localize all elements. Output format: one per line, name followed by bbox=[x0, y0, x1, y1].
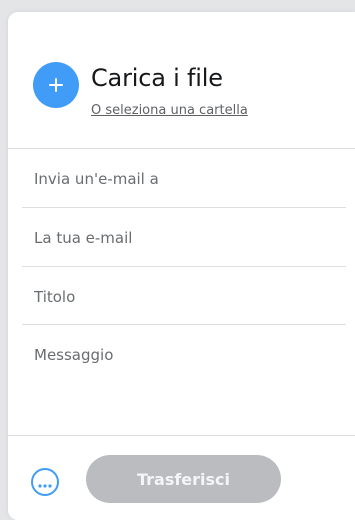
field-divider bbox=[22, 324, 346, 325]
field-divider bbox=[22, 266, 346, 267]
title-field[interactable] bbox=[22, 286, 346, 308]
footer-divider bbox=[8, 435, 355, 436]
transfer-button[interactable]: Trasferisci bbox=[86, 455, 281, 503]
transfer-panel: Carica i file O seleziona una cartella T… bbox=[8, 12, 355, 520]
upload-area[interactable]: Carica i file O seleziona una cartella bbox=[8, 12, 355, 148]
more-options-button[interactable] bbox=[31, 468, 59, 496]
more-options-icon bbox=[38, 473, 52, 492]
plus-icon bbox=[48, 77, 64, 93]
sender-email-field[interactable] bbox=[22, 227, 346, 249]
add-files-button[interactable] bbox=[33, 62, 79, 108]
field-divider bbox=[22, 207, 346, 208]
upload-title: Carica i file bbox=[91, 64, 223, 92]
message-field[interactable] bbox=[22, 346, 346, 426]
upload-divider bbox=[8, 148, 355, 149]
recipient-email-field[interactable] bbox=[22, 168, 346, 190]
select-folder-link[interactable]: O seleziona una cartella bbox=[91, 103, 248, 118]
